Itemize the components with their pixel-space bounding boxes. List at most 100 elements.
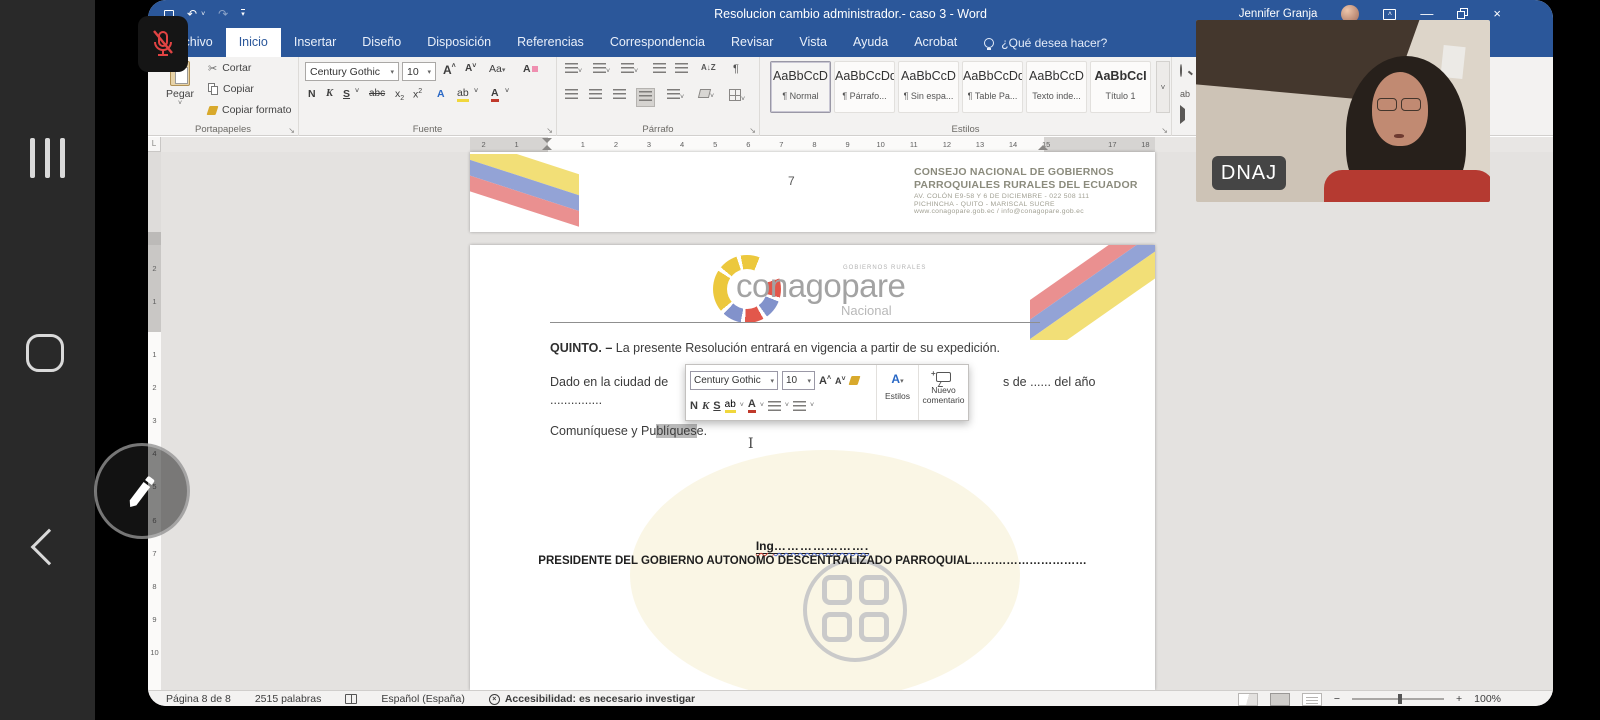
- font-name-combo[interactable]: Century Gothic▾: [305, 62, 399, 81]
- style-item[interactable]: AaBbCcI Título 1: [1090, 61, 1151, 113]
- style-item[interactable]: AaBbCcD Texto inde...: [1026, 61, 1087, 113]
- select-button[interactable]: [1180, 109, 1185, 120]
- shrink-font-button[interactable]: A˅: [465, 63, 476, 74]
- highlight-button[interactable]: ab: [457, 88, 469, 102]
- mini-italic-button[interactable]: K: [702, 400, 709, 412]
- hanging-indent-marker[interactable]: [542, 145, 552, 150]
- new-comment-button[interactable]: + Nuevocomentario: [918, 365, 968, 420]
- clear-formatting-button[interactable]: A: [523, 63, 538, 75]
- mini-grow-font-button[interactable]: A˄: [819, 375, 831, 387]
- font-color-dropdown-icon[interactable]: ˅: [505, 88, 509, 95]
- restore-button[interactable]: [1457, 8, 1469, 20]
- webcam-tile[interactable]: DNAJ: [1196, 20, 1490, 202]
- highlight-dropdown-icon[interactable]: ˅: [474, 88, 478, 95]
- replace-button[interactable]: ab: [1180, 89, 1190, 99]
- language-indicator[interactable]: Español (España): [381, 693, 464, 705]
- strikethrough-button[interactable]: abc: [369, 88, 385, 99]
- close-button[interactable]: ×: [1493, 0, 1501, 28]
- bullets-icon[interactable]: ˅: [565, 63, 582, 76]
- first-line-indent-marker[interactable]: [542, 138, 552, 143]
- find-button[interactable]: [1180, 65, 1182, 76]
- ribbon-tab[interactable]: Insertar: [281, 28, 349, 57]
- mini-numbering-icon[interactable]: [793, 401, 806, 411]
- mini-bullets-icon[interactable]: [768, 401, 781, 411]
- format-painter-button[interactable]: Copiar formato: [208, 100, 291, 120]
- zoom-slider-thumb[interactable]: [1398, 694, 1402, 704]
- ribbon-tab[interactable]: Diseño: [349, 28, 414, 57]
- customize-qat-icon[interactable]: ▾: [241, 9, 245, 19]
- annotation-pencil-button[interactable]: [94, 443, 190, 539]
- back-icon[interactable]: [31, 529, 68, 566]
- multilevel-list-icon[interactable]: ˅: [621, 63, 638, 76]
- undo-icon[interactable]: ↶: [187, 7, 197, 21]
- copy-button[interactable]: Copiar: [208, 79, 291, 99]
- mini-styles-button[interactable]: A▾ Estilos: [876, 365, 918, 420]
- web-layout-button[interactable]: [1302, 693, 1322, 706]
- vertical-ruler[interactable]: 21 12345678910: [148, 152, 161, 690]
- font-color-button[interactable]: A: [491, 88, 499, 102]
- show-marks-icon[interactable]: ¶: [733, 63, 739, 75]
- recents-icon[interactable]: [30, 138, 65, 178]
- ribbon-tab[interactable]: Acrobat: [901, 28, 970, 57]
- align-center-icon[interactable]: [589, 89, 602, 102]
- zoom-out-button[interactable]: −: [1334, 693, 1340, 705]
- ribbon-tab[interactable]: Disposición: [414, 28, 504, 57]
- mini-shrink-font-button[interactable]: A˅: [835, 376, 846, 386]
- numbering-icon[interactable]: ˅: [593, 63, 610, 76]
- style-item[interactable]: AaBbCcDd ¶ Párrafo...: [834, 61, 895, 113]
- word-count[interactable]: 2515 palabras: [255, 693, 322, 705]
- cut-button[interactable]: ✂Cortar: [208, 58, 291, 78]
- justify-icon[interactable]: [637, 89, 654, 106]
- align-right-icon[interactable]: [613, 89, 626, 102]
- line-spacing-icon[interactable]: ˅: [667, 89, 684, 102]
- styles-dialog-launcher[interactable]: ↘: [1161, 126, 1168, 135]
- paragraph-dialog-launcher[interactable]: ↘: [749, 126, 756, 135]
- font-size-combo[interactable]: 10▾: [402, 62, 436, 81]
- italic-button[interactable]: K: [326, 88, 333, 99]
- mini-format-painter-icon[interactable]: [848, 376, 860, 385]
- superscript-button[interactable]: x2: [413, 88, 422, 101]
- text-effects-button[interactable]: A: [437, 88, 445, 100]
- mini-font-name-combo[interactable]: Century Gothic▾: [690, 371, 778, 390]
- sort-icon[interactable]: A↓Z: [701, 63, 716, 72]
- bold-button[interactable]: N: [308, 88, 316, 100]
- read-mode-button[interactable]: [1238, 693, 1258, 706]
- font-dialog-launcher[interactable]: ↘: [546, 126, 553, 135]
- zoom-in-button[interactable]: +: [1456, 693, 1462, 705]
- underline-button[interactable]: S: [343, 88, 350, 100]
- underline-dropdown-icon[interactable]: ˅: [355, 88, 359, 95]
- subscript-button[interactable]: x2: [395, 88, 404, 102]
- style-item[interactable]: AaBbCcDd ¶ Table Pa...: [962, 61, 1023, 113]
- mini-font-color-button[interactable]: A: [748, 399, 756, 413]
- ribbon-tab[interactable]: Referencias: [504, 28, 597, 57]
- ribbon-tab[interactable]: Ayuda: [840, 28, 901, 57]
- mini-bold-button[interactable]: N: [690, 400, 698, 412]
- mini-underline-button[interactable]: S: [713, 400, 720, 412]
- ribbon-tab[interactable]: Vista: [786, 28, 840, 57]
- redo-icon[interactable]: ↷: [218, 7, 228, 21]
- paste-dropdown-icon[interactable]: ˅: [156, 100, 204, 107]
- borders-icon[interactable]: ˅: [729, 89, 745, 104]
- undo-dropdown-icon[interactable]: ˅: [201, 11, 205, 18]
- styles-more-button[interactable]: ˅: [1156, 61, 1170, 113]
- clipboard-dialog-launcher[interactable]: ↘: [288, 126, 295, 135]
- account-name[interactable]: Jennifer Granja: [1239, 8, 1318, 20]
- tell-me-box[interactable]: ¿Qué desea hacer?: [984, 28, 1107, 57]
- style-item[interactable]: AaBbCcD ¶ Normal: [770, 61, 831, 113]
- ribbon-tab[interactable]: Inicio: [226, 28, 281, 57]
- mini-highlight-button[interactable]: ab: [725, 399, 736, 413]
- right-indent-marker[interactable]: [1038, 145, 1048, 150]
- print-layout-button[interactable]: [1270, 693, 1290, 706]
- change-case-button[interactable]: Aa▾: [489, 63, 505, 75]
- document-canvas[interactable]: 7 CONSEJO NACIONAL DE GOBIERNOS PARROQUI…: [161, 152, 1553, 690]
- ribbon-display-options-icon[interactable]: ˄: [1383, 9, 1396, 20]
- ruler-tab-selector[interactable]: L: [148, 137, 161, 152]
- align-left-icon[interactable]: [565, 89, 578, 102]
- proofing-icon[interactable]: [345, 694, 357, 704]
- accessibility-status[interactable]: ×Accesibilidad: es necesario investigar: [489, 693, 695, 705]
- zoom-slider[interactable]: [1352, 698, 1444, 700]
- grow-font-button[interactable]: A˄: [443, 63, 456, 77]
- mic-muted-indicator[interactable]: [138, 16, 188, 72]
- shading-icon[interactable]: ˅: [699, 89, 714, 101]
- page-indicator[interactable]: Página 8 de 8: [166, 693, 231, 705]
